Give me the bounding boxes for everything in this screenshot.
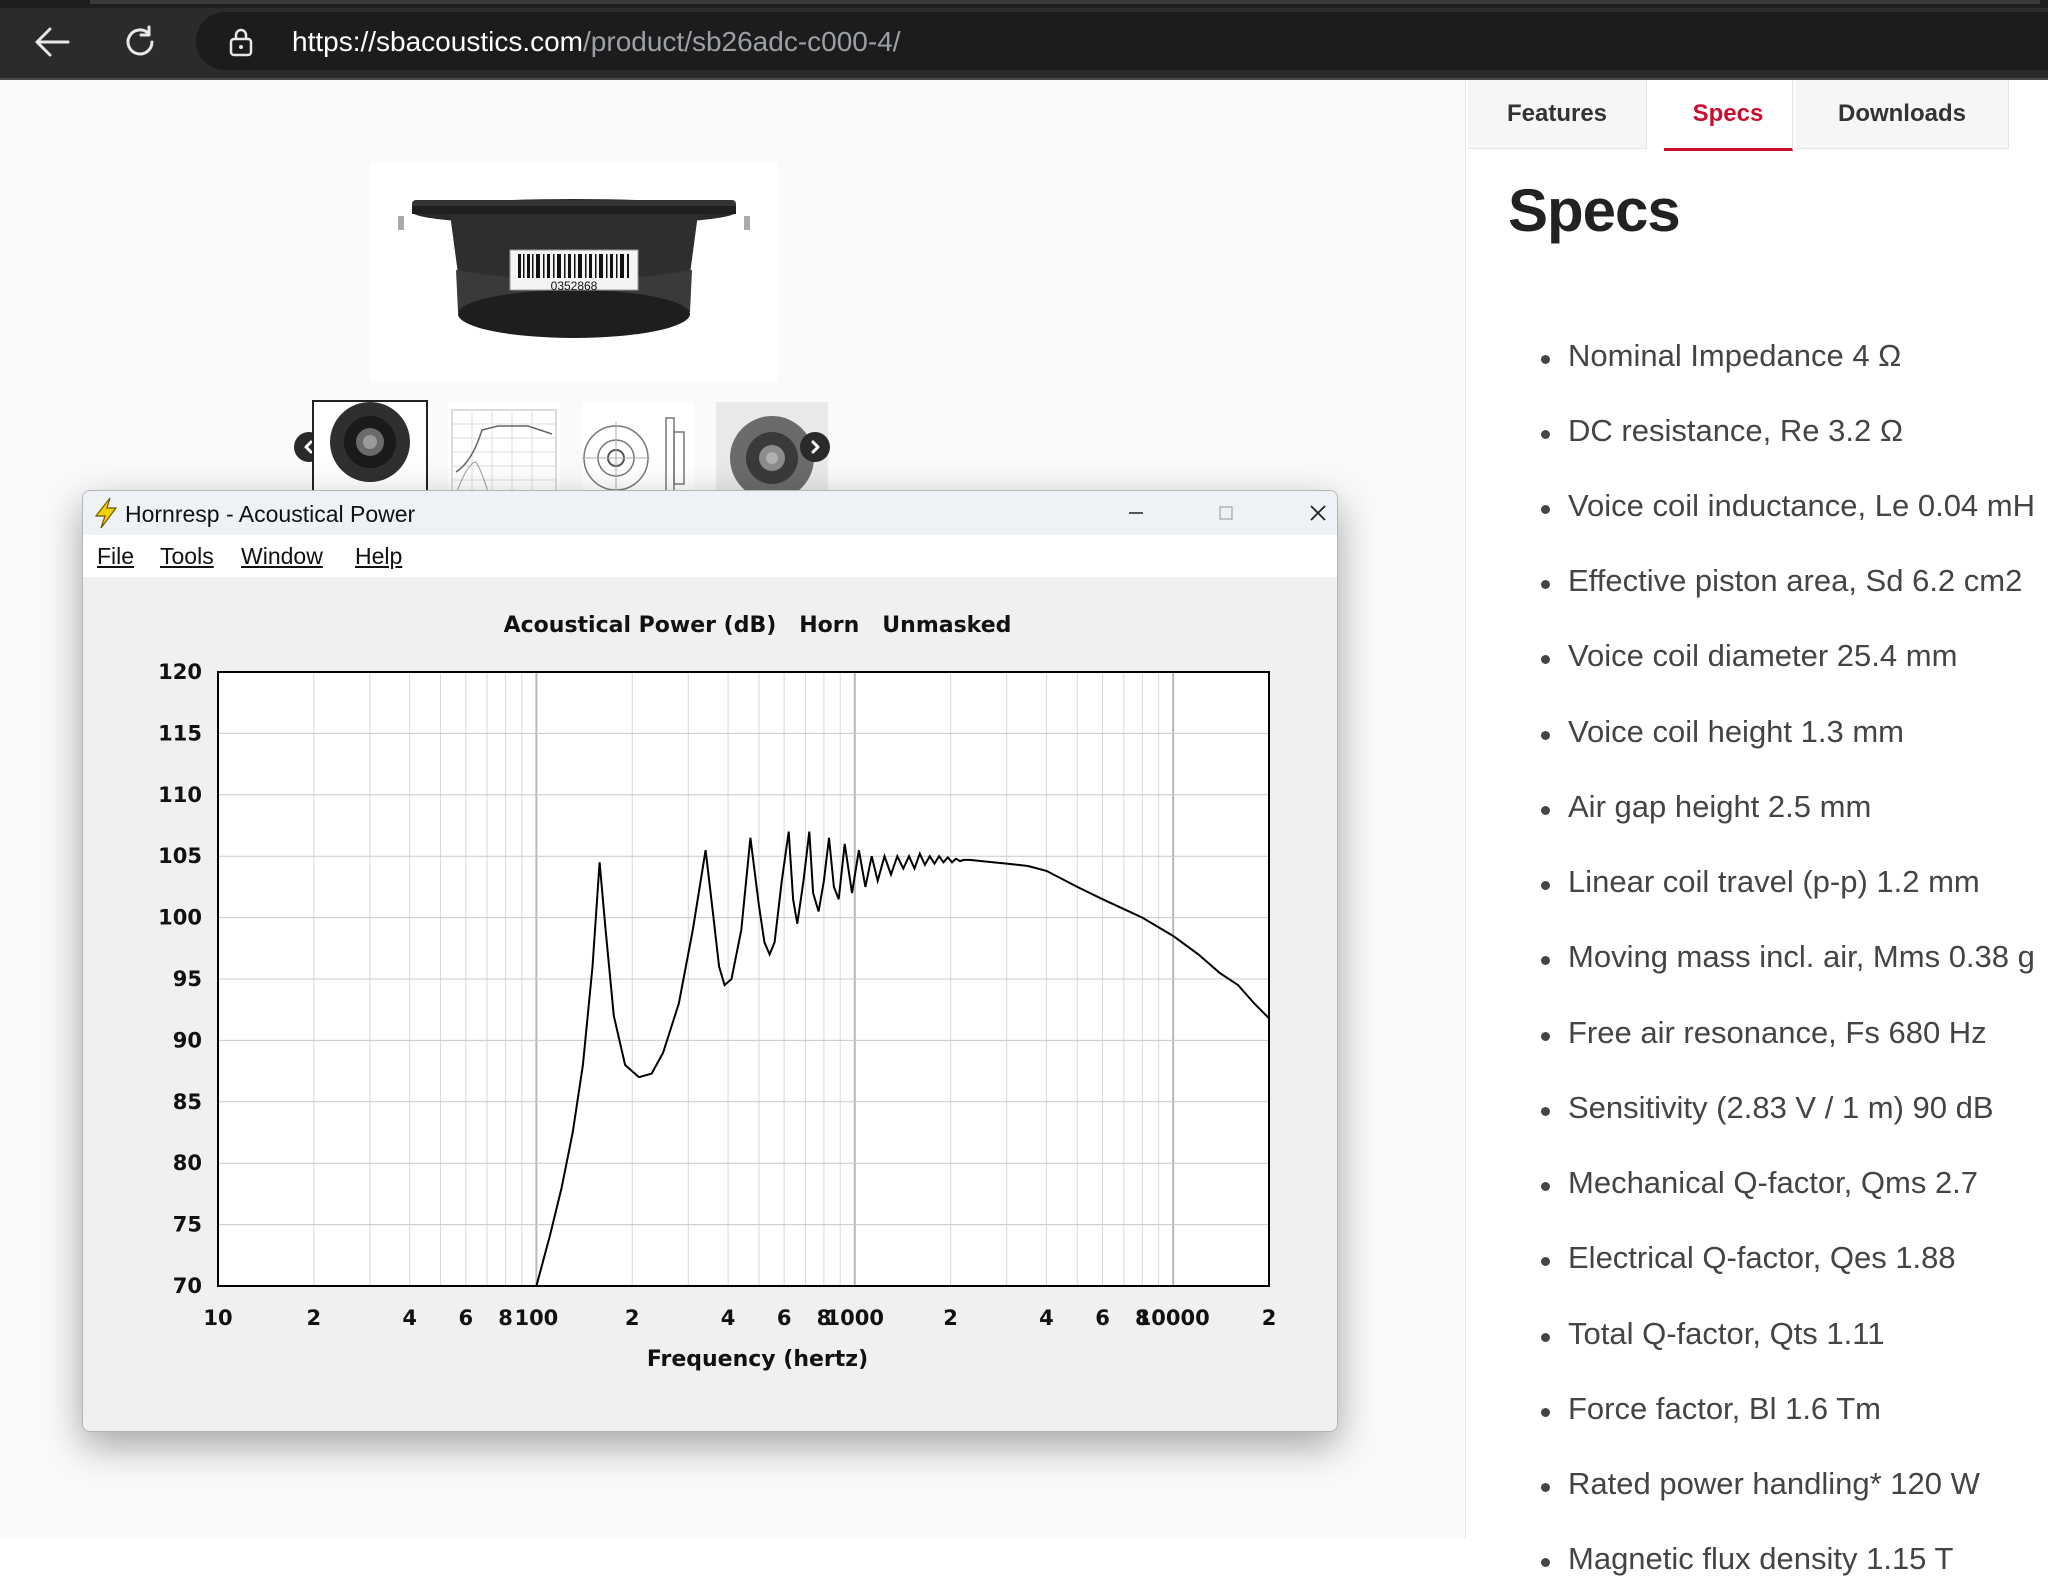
menu-window[interactable]: Window xyxy=(241,543,323,570)
spec-item: DC resistance, Re 3.2 Ω xyxy=(1540,413,1904,448)
chart-title: Acoustical Power (dB) Horn Unmasked xyxy=(504,613,1012,638)
y-axis-ticks: 70 75 80 85 90 95 100 105 110 115 120 xyxy=(158,660,202,1298)
url-host: https://sbacoustics.com xyxy=(292,26,584,57)
x-tick-label: 2 xyxy=(307,1306,322,1330)
acoustical-power-chart: 707580859095100105110115120 10 2 4 6 8 100 2 4 6… xyxy=(158,613,1276,1372)
y-tick-label: 80 xyxy=(173,1151,202,1175)
browser-tab-strip xyxy=(0,0,2048,8)
lightning-bolt-icon xyxy=(94,497,118,529)
tab-specs[interactable]: Specs xyxy=(1664,80,1793,151)
maximize-button[interactable] xyxy=(1196,491,1256,535)
x-axis-ticks: 10 2 4 6 8 100 2 4 6 81000 2 4 6 810000 2 xyxy=(203,1306,1276,1330)
y-tick-label: 70 xyxy=(173,1274,202,1298)
tweeter-side-view-image: 0352868 xyxy=(398,199,750,338)
x-tick-label: 10 xyxy=(203,1306,232,1330)
carousel-next-button[interactable] xyxy=(800,432,830,462)
product-main-image: 0352868 xyxy=(370,162,778,382)
menu-help[interactable]: Help xyxy=(355,543,402,570)
x-tick-label: 8 xyxy=(498,1306,513,1330)
window-menubar: File Tools Window Help xyxy=(83,535,1337,577)
spec-item: Voice coil diameter 25.4 mm xyxy=(1540,638,1958,673)
y-tick-label: 85 xyxy=(173,1090,202,1114)
tab-downloads[interactable]: Downloads xyxy=(1796,80,2009,149)
window-titlebar[interactable]: Hornresp - Acoustical Power xyxy=(83,491,1337,535)
reload-icon xyxy=(126,25,154,56)
close-button[interactable] xyxy=(1288,491,1337,535)
spec-item: Nominal Impedance 4 Ω xyxy=(1540,338,1902,373)
specs-panel: Features Specs Downloads Specs Nominal I… xyxy=(1465,80,2048,1576)
spec-item: Force factor, Bl 1.6 Tm xyxy=(1541,1391,1881,1426)
tab-strip-line xyxy=(90,0,2040,4)
y-tick-label: 120 xyxy=(158,660,202,684)
x-tick-label: 2 xyxy=(1262,1306,1277,1330)
minimize-button[interactable] xyxy=(1106,491,1166,535)
menu-help-label: Help xyxy=(355,543,403,569)
product-tabs: Features Specs Downloads xyxy=(1466,80,2048,151)
spec-item: Free air resonance, Fs 680 Hz xyxy=(1541,1015,1987,1050)
spec-item: Effective piston area, Sd 6.2 cm2 xyxy=(1540,563,2023,598)
spec-item: Total Q-factor, Qts 1.11 xyxy=(1540,1316,1885,1351)
spec-item: Moving mass incl. air, Mms 0.38 g xyxy=(1541,939,2035,974)
x-tick-label: 2 xyxy=(943,1306,958,1330)
x-axis-label: Frequency (hertz) xyxy=(647,1347,868,1372)
y-tick-label: 90 xyxy=(173,1028,202,1052)
menu-window-label: Window xyxy=(241,543,323,569)
y-tick-label: 75 xyxy=(173,1213,202,1237)
menu-tools[interactable]: Tools xyxy=(160,543,214,570)
spec-item: Magnetic flux density 1.15 T xyxy=(1540,1541,1954,1576)
y-tick-label: 105 xyxy=(158,844,202,868)
y-tick-label: 115 xyxy=(158,721,202,745)
x-tick-label: 10000 xyxy=(1137,1306,1210,1330)
x-tick-label: 1000 xyxy=(826,1306,884,1330)
address-bar-url: https://sbacoustics.com/product/sb26adc-… xyxy=(292,26,901,58)
y-tick-label: 95 xyxy=(173,967,202,991)
x-tick-label: 6 xyxy=(1095,1306,1110,1330)
specs-heading: Specs xyxy=(1508,177,1681,244)
spec-item: Linear coil travel (p-p) 1.2 mm xyxy=(1541,864,1980,899)
spec-item: Rated power handling* 120 W xyxy=(1541,1466,1980,1501)
menu-tools-label: Tools xyxy=(160,543,214,569)
x-tick-label: 6 xyxy=(777,1306,792,1330)
y-tick-label: 100 xyxy=(158,906,202,930)
minimize-icon xyxy=(1129,512,1143,514)
reload-button[interactable] xyxy=(116,18,164,66)
spec-item: Voice coil height 1.3 mm xyxy=(1540,714,1905,749)
back-button[interactable] xyxy=(28,18,76,66)
address-bar[interactable]: https://sbacoustics.com/product/sb26adc-… xyxy=(196,12,2048,70)
spec-item: Mechanical Q-factor, Qms 2.7 xyxy=(1540,1165,1979,1200)
hornresp-window: Hornresp - Acoustical Power File Tools W… xyxy=(82,490,1338,1432)
x-tick-label: 100 xyxy=(514,1306,558,1330)
spec-item: Voice coil inductance, Le 0.04 mH xyxy=(1541,488,2035,523)
barcode-number: 0352868 xyxy=(551,279,598,293)
chart-grid xyxy=(218,672,1269,1286)
url-path: /product/sb26adc-c000-4/ xyxy=(583,26,901,57)
spec-item: Electrical Q-factor, Qes 1.88 xyxy=(1541,1240,1956,1275)
tab-features[interactable]: Features xyxy=(1468,80,1647,149)
back-arrow-icon xyxy=(35,27,70,57)
x-tick-label: 4 xyxy=(721,1306,736,1330)
x-tick-label: 4 xyxy=(402,1306,417,1330)
spec-item: Air gap height 2.5 mm xyxy=(1540,789,1872,824)
x-tick-label: 6 xyxy=(458,1306,473,1330)
y-tick-label: 110 xyxy=(158,783,202,807)
close-icon xyxy=(1310,505,1326,521)
x-tick-label: 4 xyxy=(1039,1306,1054,1330)
lock-icon xyxy=(229,28,253,57)
spec-item: Sensitivity (2.83 V / 1 m) 90 dB xyxy=(1541,1090,1994,1125)
x-tick-label: 2 xyxy=(625,1306,640,1330)
browser-toolbar: https://sbacoustics.com/product/sb26adc-… xyxy=(0,0,2048,80)
maximize-icon xyxy=(1219,506,1233,520)
menu-file-label: File xyxy=(97,543,135,569)
menu-file[interactable]: File xyxy=(97,543,134,570)
chevron-right-icon xyxy=(811,440,820,454)
window-title: Hornresp - Acoustical Power xyxy=(125,501,416,527)
